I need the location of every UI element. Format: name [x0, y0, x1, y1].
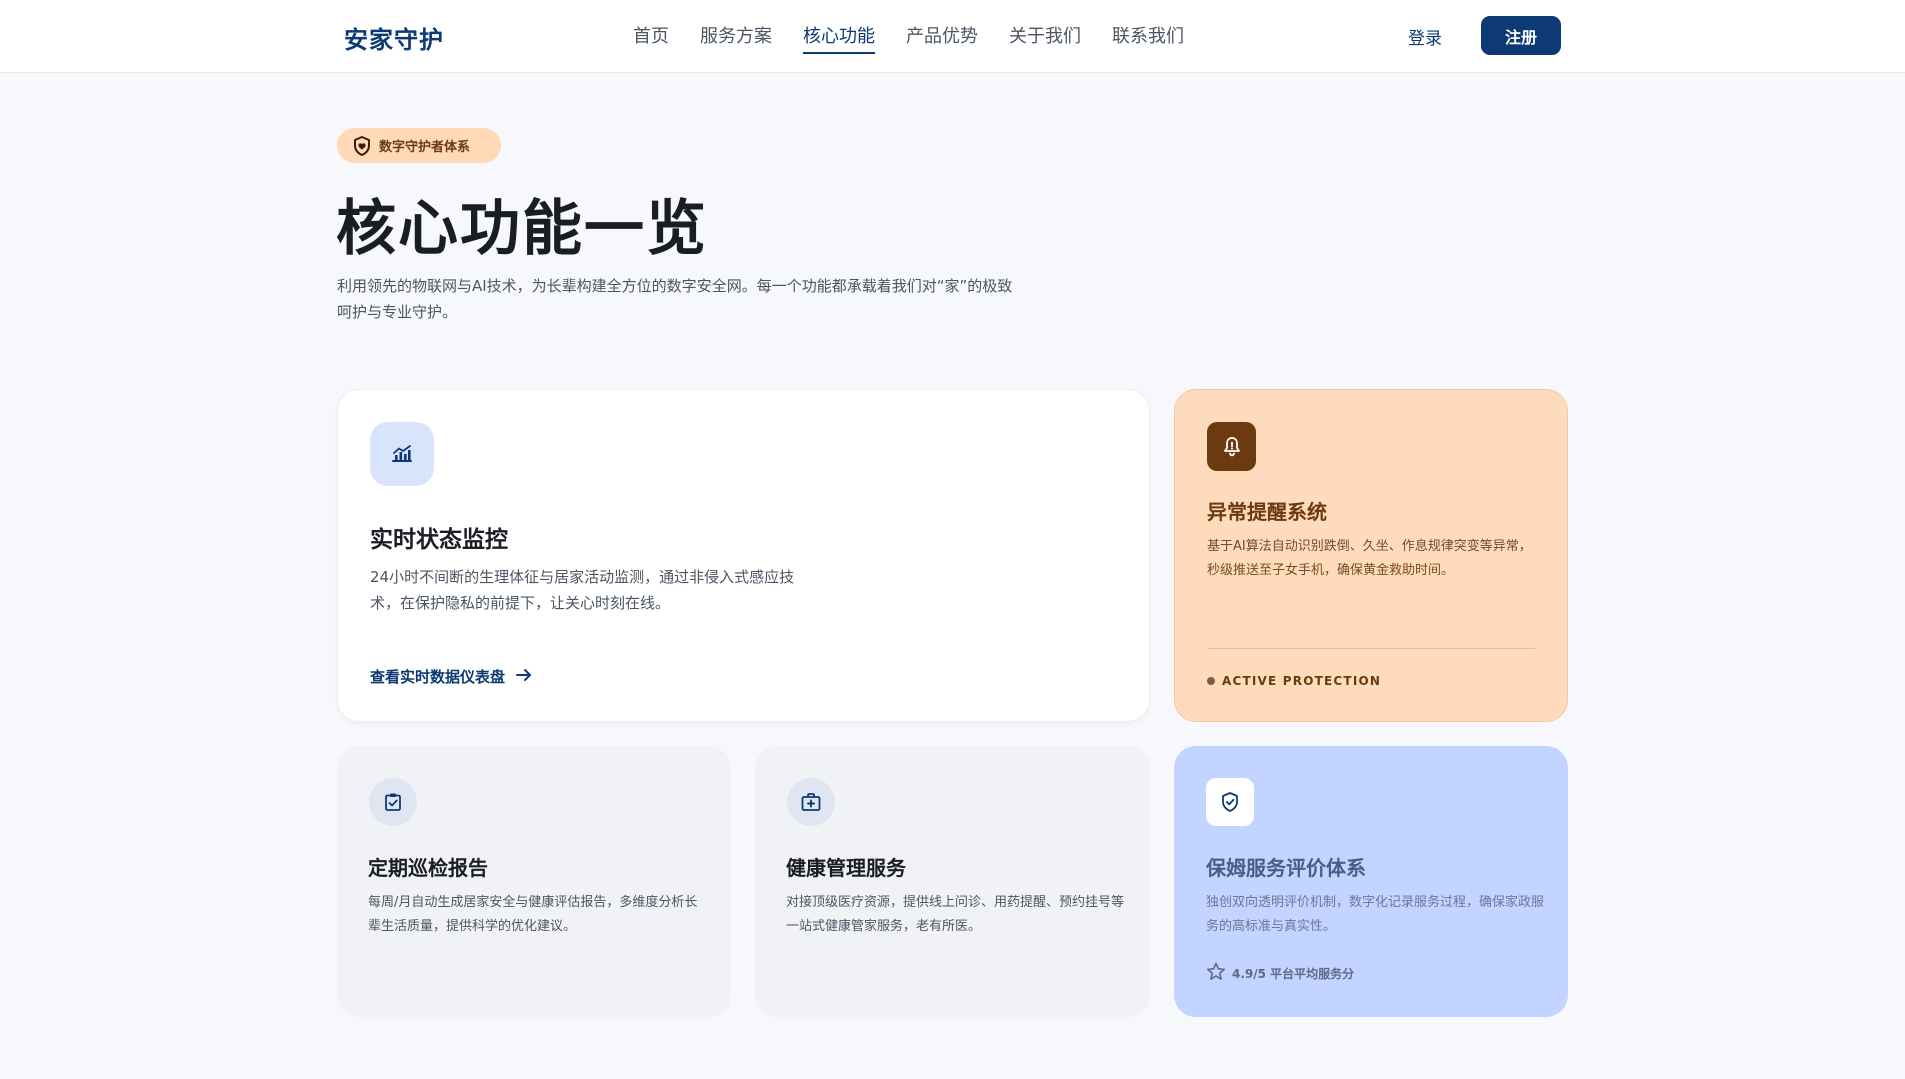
- feature-card-nanny-rating: 保姆服务评价体系 独创双向透明评价机制，数字化记录服务过程，确保家政服务的高标准…: [1174, 746, 1568, 1017]
- page-title: 核心功能一览: [336, 194, 708, 264]
- page-description: 利用领先的物联网与AI技术，为长辈构建全方位的数字安全网。每一个功能都承载着我们…: [337, 277, 1013, 321]
- login-link[interactable]: 登录: [1408, 24, 1442, 49]
- card-description: 基于AI算法自动识别跌倒、久坐、作息规律突变等异常，秒级推送至子女手机，确保黄金…: [1207, 539, 1532, 578]
- card-description: 24小时不间断的生理体征与居家活动监测，通过非侵入式感应技术，在保护隐私的前提下…: [370, 568, 795, 612]
- card-title: 异常提醒系统: [1207, 500, 1327, 524]
- feature-card-health-management: 健康管理服务 对接顶级医疗资源，提供线上问诊、用药提醒、预约挂号等一站式健康管家…: [755, 746, 1150, 1017]
- shield-check-icon: [1206, 778, 1254, 826]
- protection-status: ACTIVE PROTECTION: [1207, 674, 1381, 688]
- hero-badge-label: 数字守护者体系: [379, 140, 471, 155]
- nav-item-core-features[interactable]: 核心功能: [803, 22, 875, 54]
- nav-item-service-plans[interactable]: 服务方案: [700, 22, 772, 54]
- card-title: 定期巡检报告: [368, 856, 488, 880]
- feature-card-realtime-monitoring: 实时状态监控 24小时不间断的生理体征与居家活动监测，通过非侵入式感应技术，在保…: [337, 389, 1150, 722]
- card-title: 保姆服务评价体系: [1206, 856, 1366, 880]
- card-title: 实时状态监控: [370, 527, 508, 553]
- card-description: 对接顶级医疗资源，提供线上问诊、用药提醒、预约挂号等一站式健康管家服务，老有所医…: [786, 895, 1125, 934]
- main-nav: 首页 服务方案 核心功能 产品优势 关于我们 联系我们: [633, 22, 1215, 54]
- brand-logo[interactable]: 安家守护: [344, 20, 444, 55]
- star-icon: [1206, 962, 1226, 985]
- feature-card-anomaly-alert: 异常提醒系统 基于AI算法自动识别跌倒、久坐、作息规律突变等异常，秒级推送至子女…: [1174, 389, 1568, 722]
- chart-icon: [370, 422, 434, 486]
- divider: [1207, 648, 1535, 649]
- clipboard-check-icon: [369, 778, 417, 826]
- bell-icon: [1207, 422, 1256, 471]
- link-label: 查看实时数据仪表盘: [370, 668, 506, 686]
- status-dot-icon: [1207, 677, 1215, 685]
- card-description: 独创双向透明评价机制，数字化记录服务过程，确保家政服务的高标准与真实性。: [1206, 895, 1545, 934]
- status-label: ACTIVE PROTECTION: [1222, 674, 1382, 688]
- card-description: 每周/月自动生成居家安全与健康评估报告，多维度分析长辈生活质量，提供科学的优化建…: [368, 895, 698, 934]
- arrow-right-icon: [515, 667, 533, 687]
- signup-button[interactable]: 注册: [1481, 16, 1561, 55]
- rating-summary: 4.9/5 平台平均服务分: [1206, 962, 1354, 985]
- nav-item-product-advantages[interactable]: 产品优势: [906, 22, 978, 54]
- hero-badge: 数字守护者体系: [337, 128, 501, 163]
- medical-kit-icon: [787, 778, 835, 826]
- nav-item-contact-us[interactable]: 联系我们: [1112, 22, 1184, 54]
- card-title: 健康管理服务: [786, 856, 906, 880]
- nav-item-home[interactable]: 首页: [633, 22, 669, 54]
- rating-label: 4.9/5 平台平均服务分: [1232, 967, 1355, 981]
- view-dashboard-link[interactable]: 查看实时数据仪表盘: [370, 666, 533, 687]
- feature-card-inspection-report: 定期巡检报告 每周/月自动生成居家安全与健康评估报告，多维度分析长辈生活质量，提…: [337, 746, 731, 1017]
- nav-item-about-us[interactable]: 关于我们: [1009, 22, 1081, 54]
- shield-heart-icon: [353, 135, 371, 156]
- top-navbar: 安家守护 首页 服务方案 核心功能 产品优势 关于我们 联系我们 登录 注册: [0, 0, 1905, 73]
